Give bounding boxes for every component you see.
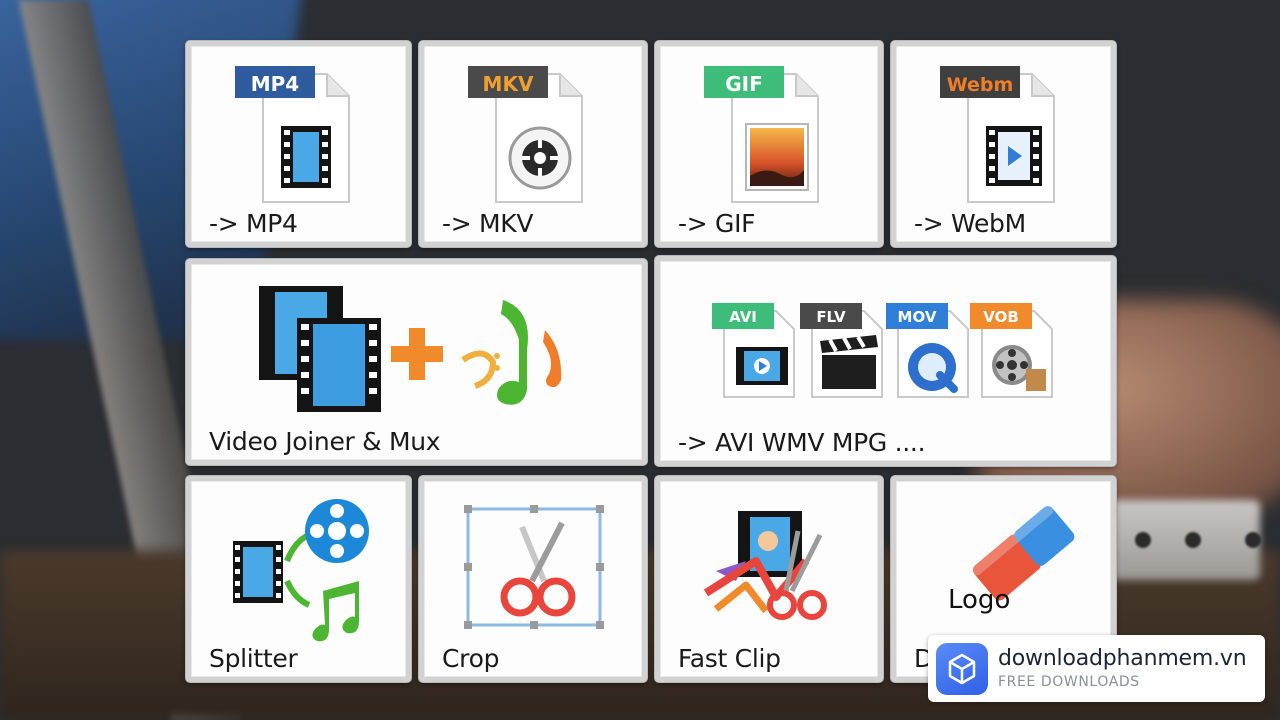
music-notes-icon — [461, 300, 562, 405]
gif-badge: GIF — [725, 72, 763, 96]
port-dot — [1135, 532, 1151, 548]
mov-badge: MOV — [898, 308, 937, 326]
flv-file-icon: FLV — [800, 303, 883, 398]
tile-fast-clip[interactable]: Fast Clip — [655, 476, 883, 682]
mp4-badge: MP4 — [251, 72, 299, 96]
tile-label: Fast Clip — [678, 644, 781, 673]
tile-label: Splitter — [209, 644, 298, 673]
plus-icon — [391, 328, 443, 380]
tile-splitter[interactable]: Splitter — [186, 476, 411, 682]
avi-file-icon: AVI — [712, 303, 795, 398]
port-dot — [1245, 532, 1261, 548]
tile-label: -> GIF — [678, 209, 756, 238]
flv-badge: FLV — [816, 308, 846, 326]
tile-label: -> MP4 — [209, 209, 298, 238]
port-dot — [1185, 532, 1201, 548]
mp4-file-icon: MP4 — [235, 66, 350, 203]
tile-to-webm[interactable]: Webm -> WebM — [891, 41, 1116, 247]
crop-scissors-icon — [464, 505, 604, 629]
tile-crop[interactable]: Crop — [419, 476, 647, 682]
mkv-badge: MKV — [483, 72, 534, 96]
film-strip-icon — [259, 286, 381, 412]
tile-label: -> MKV — [442, 209, 534, 238]
gif-file-icon: GIF — [704, 66, 819, 203]
tile-label: -> WebM — [914, 209, 1026, 238]
fast-clip-icon — [703, 511, 827, 620]
cube-icon — [936, 642, 988, 695]
tile-to-mkv[interactable]: MKV -> MKV — [419, 41, 647, 247]
watermark-tagline: FREE DOWNLOADS — [998, 673, 1140, 690]
tile-to-mp4[interactable]: MP4 -> MP4 — [186, 41, 411, 247]
tile-label: Crop — [442, 644, 500, 673]
tile-to-other-formats[interactable]: AVI FLV MOV VOB -> AVI WMV MPG .... — [655, 256, 1116, 466]
vob-file-icon: VOB — [970, 303, 1053, 398]
webm-badge: Webm — [947, 74, 1014, 96]
tile-video-joiner-mux[interactable]: Video Joiner & Mux — [186, 259, 647, 465]
watermark-site: downloadphanmem.vn — [998, 645, 1247, 671]
webm-file-icon: Webm — [940, 66, 1055, 203]
tile-label: -> AVI WMV MPG .... — [678, 428, 926, 457]
mkv-file-icon: MKV — [468, 66, 583, 203]
tile-to-gif[interactable]: GIF -> GIF — [655, 41, 883, 247]
tile-label: Video Joiner & Mux — [209, 427, 441, 456]
watermark-badge[interactable]: downloadphanmem.vn FREE DOWNLOADS — [928, 635, 1265, 702]
vob-badge: VOB — [983, 308, 1019, 326]
mov-file-icon: MOV — [886, 303, 969, 398]
logo-text: Logo — [948, 585, 1011, 615]
avi-badge: AVI — [729, 308, 757, 326]
splitter-icon — [233, 499, 369, 642]
